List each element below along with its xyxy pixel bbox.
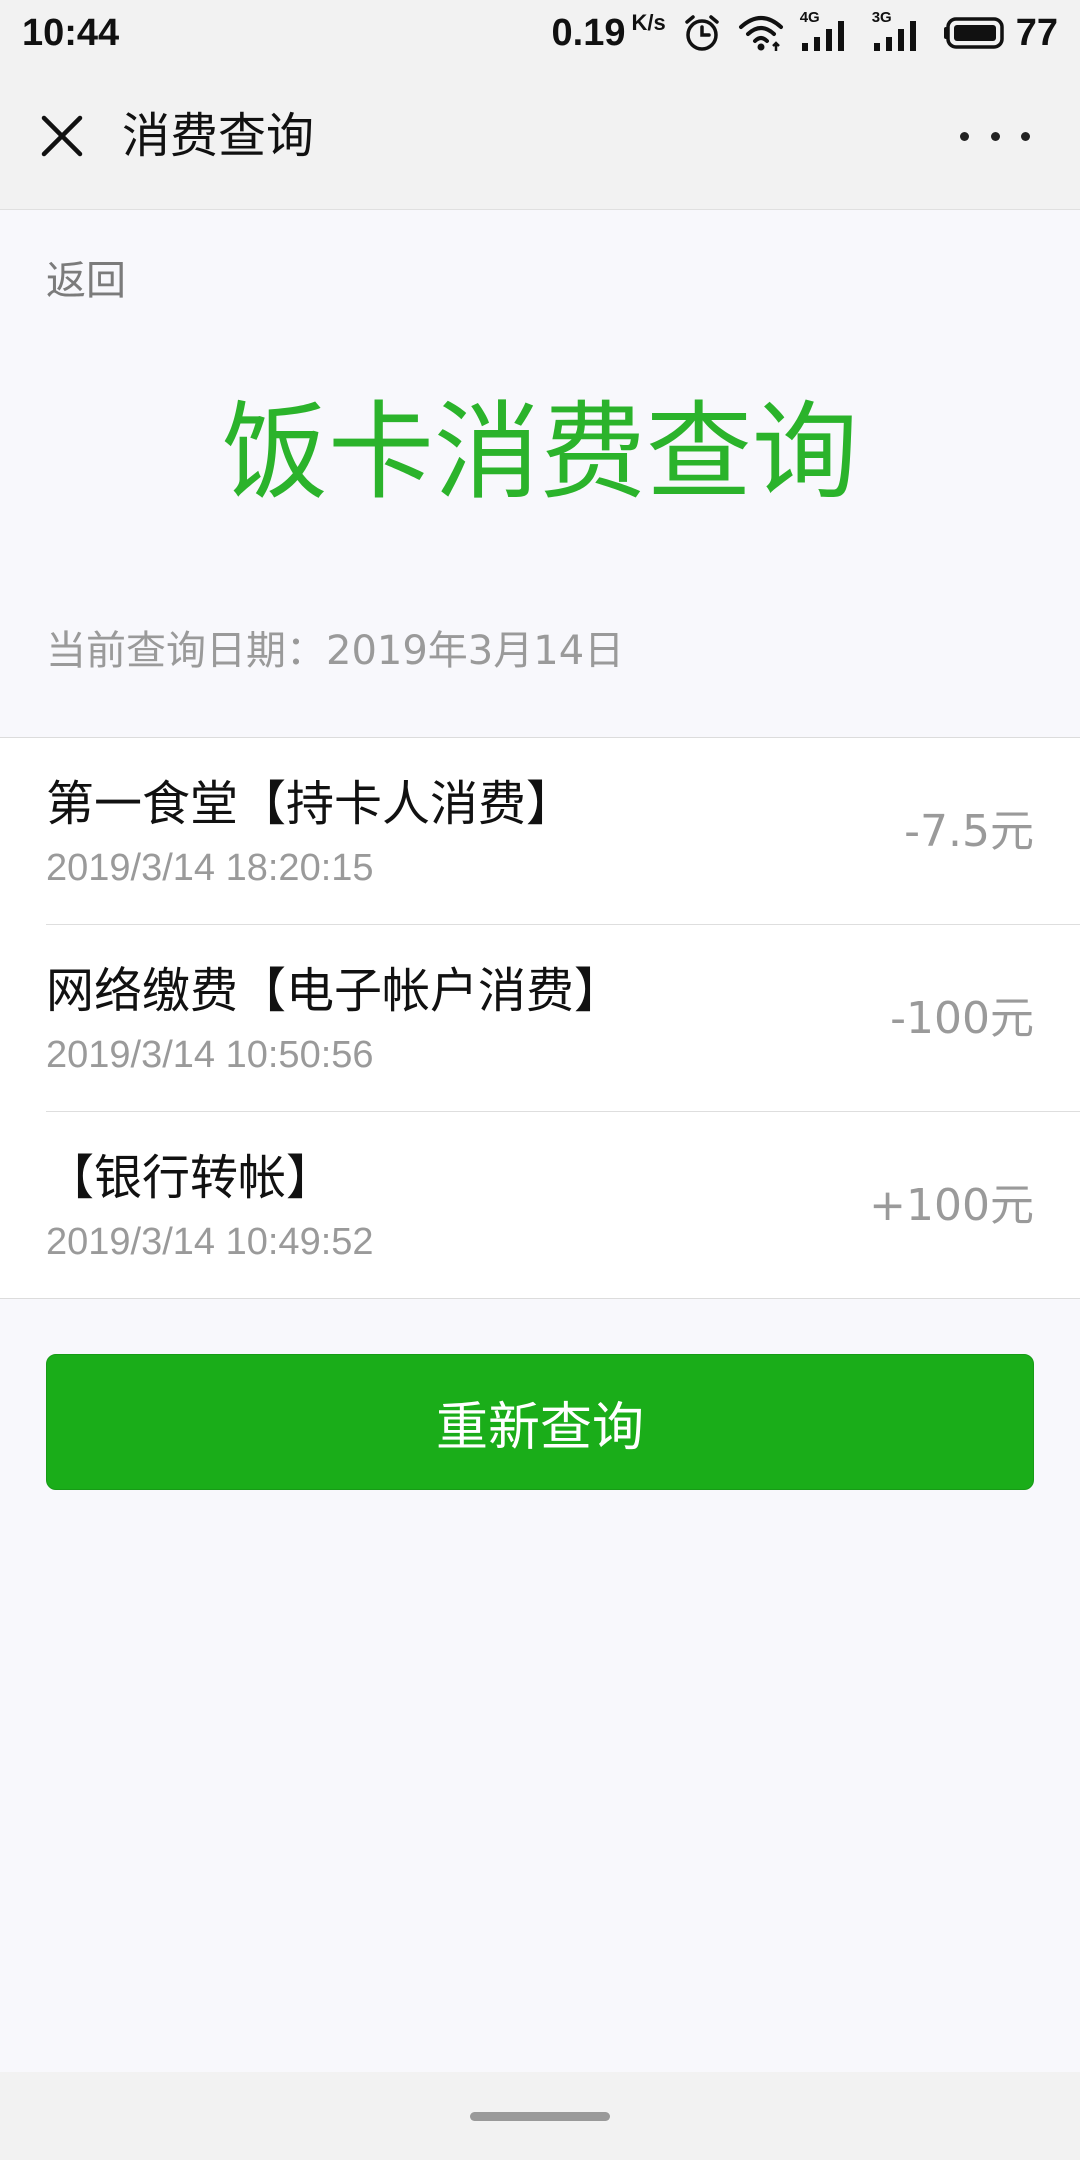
status-bar: 10:44 0.19 K/s 4G 3G 77	[0, 0, 1080, 66]
more-icon-dot	[960, 131, 969, 141]
more-button[interactable]	[960, 118, 1030, 154]
wifi-icon	[738, 13, 784, 53]
record-title: 【银行转帐】	[46, 1150, 335, 1206]
more-icon-dot	[1021, 131, 1030, 141]
record-time: 2019/3/14 10:50:56	[46, 1034, 374, 1076]
list-item[interactable]: 【银行转帐】 2019/3/14 10:49:52 +100元	[46, 1112, 1080, 1298]
network-speed: 0.19 K/s	[551, 9, 666, 55]
query-date-label: 当前查询日期：	[46, 628, 326, 674]
title-bar: 消费查询	[0, 66, 1080, 210]
home-indicator[interactable]	[470, 2112, 610, 2121]
list-item[interactable]: 网络缴费【电子帐户消费】 2019/3/14 10:50:56 -100元	[46, 925, 1080, 1112]
query-date: 当前查询日期：2019年3月14日	[46, 618, 624, 676]
page-heading: 饭卡消费查询	[222, 391, 858, 514]
close-button[interactable]	[34, 108, 90, 164]
network-speed-value: 0.19	[551, 11, 626, 54]
battery: 77	[943, 11, 1058, 55]
list-item[interactable]: 第一食堂【持卡人消费】 2019/3/14 18:20:15 -7.5元	[46, 738, 1080, 925]
battery-icon	[943, 15, 1008, 51]
record-amount: -100元	[890, 993, 1034, 1044]
battery-level: 77	[1015, 11, 1058, 54]
record-time: 2019/3/14 10:49:52	[46, 1221, 374, 1263]
requery-button[interactable]: 重新查询	[46, 1354, 1034, 1490]
back-link[interactable]: 返回	[46, 248, 126, 306]
close-icon	[41, 115, 83, 157]
record-amount: +100元	[869, 1180, 1034, 1231]
record-title: 第一食堂【持卡人消费】	[46, 776, 575, 832]
network-speed-unit: K/s	[631, 9, 666, 35]
status-right: 0.19 K/s 4G 3G 77	[551, 9, 1059, 55]
bottom-nav-bar	[0, 2072, 1080, 2160]
alarm-icon	[682, 13, 722, 53]
page-title: 消费查询	[122, 108, 315, 164]
record-title: 网络缴费【电子帐户消费】	[46, 963, 623, 1019]
signal-3g-icon: 3G	[872, 9, 928, 53]
query-date-value: 2019年3月14日	[326, 628, 625, 674]
record-list: 第一食堂【持卡人消费】 2019/3/14 18:20:15 -7.5元 网络缴…	[0, 737, 1080, 1299]
record-time: 2019/3/14 18:20:15	[46, 847, 374, 889]
more-icon-dot	[990, 131, 1000, 141]
record-amount: -7.5元	[904, 806, 1034, 857]
status-time: 10:44	[22, 11, 120, 54]
signal-4g-icon: 4G	[800, 9, 856, 53]
